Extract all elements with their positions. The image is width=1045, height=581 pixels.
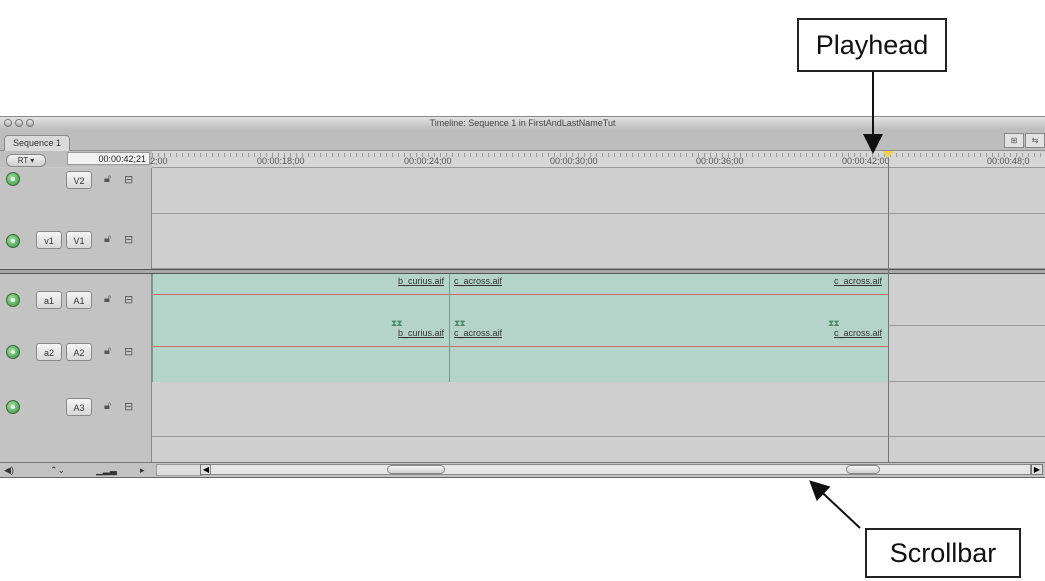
speaker-icon[interactable]: ◀) [4,464,14,476]
clip-name: c_across.aif [454,276,503,286]
time-ruler[interactable]: 2;00 00:00:18;00 00:00:24;00 00:00:30;00… [150,151,1045,168]
timeline-tool-buttons: ⊞ ⇆ [1003,133,1045,148]
clip-overlays-icon[interactable]: ⌃⌄ [50,464,65,476]
track-a1-patch[interactable]: A1 [66,291,92,309]
speaker-icon[interactable] [6,293,20,307]
horizontal-scrollbar[interactable] [210,464,1031,475]
track-v2-patch[interactable]: V2 [66,171,92,189]
audio-clip[interactable]: b_curius.aif [152,274,449,326]
track-partial-header [0,437,152,465]
lock-icon[interactable]: 🔓︎ [104,400,111,413]
rt-menu-button[interactable]: RT ▾ [6,154,46,167]
audio-level-line[interactable] [153,346,449,347]
track-a3-area[interactable] [152,382,1045,436]
lock-icon[interactable]: 🔓︎ [104,293,111,306]
track-v2-header: V2 🔓︎ ⊟ [0,168,152,214]
track-partial-area[interactable] [152,437,1045,464]
lock-icon[interactable]: 🔓︎ [104,233,111,246]
track-a3-header: A3 🔓︎ ⊟ [0,382,152,437]
source-a2-patch[interactable]: a2 [36,343,62,361]
clip-name: c_across.aif [833,328,882,338]
lock-icon[interactable]: 🔓︎ [104,345,111,358]
scroll-thumb-right[interactable] [846,465,880,474]
linking-icon[interactable]: ⇆ [1025,133,1045,148]
track-v1-header: v1 V1 🔓︎ ⊟ [0,214,152,269]
track-v1-area[interactable] [152,214,1045,268]
track-a2-area[interactable]: b_curius.aif c_across.aif c_across.aif [152,326,1045,382]
track-height-icon[interactable]: ▁▂▃ [96,464,117,476]
track-a2-header: a2 A2 🔓︎ ⊟ [0,326,152,382]
visibility-icon[interactable] [6,234,20,248]
auto-select-icon[interactable]: ⊟ [124,400,133,413]
source-v1-patch[interactable]: v1 [36,231,62,249]
window-title: Timeline: Sequence 1 in FirstAndLastName… [429,118,616,128]
scrollbar-callout-label: Scrollbar [889,537,997,568]
scrollbar-arrow [809,480,861,529]
auto-select-icon[interactable]: ⊟ [124,173,133,186]
ruler-label: 00:00:30;00 [550,156,598,166]
track-a2-patch[interactable]: A2 [66,343,92,361]
visibility-icon[interactable] [6,172,20,186]
zoom-slider[interactable] [156,464,202,476]
playhead-marker-icon[interactable] [882,151,894,158]
audio-clip[interactable]: c_across.aif c_across.aif [449,326,888,382]
playhead-line[interactable] [888,151,889,467]
track-v1-patch[interactable]: V1 [66,231,92,249]
audio-clip[interactable]: b_curius.aif [152,326,449,382]
audio-level-line[interactable] [450,294,888,295]
speaker-icon[interactable] [6,400,20,414]
auto-select-icon[interactable]: ⊟ [124,345,133,358]
current-timecode-field[interactable]: 00:00:42;21 [67,152,150,165]
ruler-label: 00:00:18;00 [257,156,305,166]
lock-icon[interactable]: 🔓︎ [104,173,111,186]
source-a1-patch[interactable]: a1 [36,291,62,309]
auto-select-icon[interactable]: ⊟ [124,233,133,246]
clip-name: b_curius.aif [397,276,444,286]
timeline-bottom-bar: ◀) ⌃⌄ ▁▂▃ ▸ ◀ ▶ [0,462,1045,477]
window-titlebar: Timeline: Sequence 1 in FirstAndLastName… [0,117,1045,131]
track-a3-patch[interactable]: A3 [66,398,92,416]
playhead-callout-label: Playhead [815,29,929,60]
audio-clip[interactable]: c_across.aif c_across.aif [449,274,888,326]
scrollbar-callout: Scrollbar [865,528,1021,578]
playhead-callout: Playhead [797,18,947,72]
speaker-icon[interactable] [6,345,20,359]
track-a1-area[interactable]: b_curius.aif c_across.aif c_across.aif ⧗… [152,274,1045,328]
audio-level-line[interactable] [450,346,888,347]
snapping-icon[interactable]: ⊞ [1004,133,1024,148]
ruler-label: 00:00:24;00 [404,156,452,166]
track-a1-header: a1 A1 🔓︎ ⊟ [0,274,152,326]
zoom-slider-arrow-icon[interactable]: ▸ [140,464,145,476]
audio-level-line[interactable] [153,294,449,295]
clip-name: c_across.aif [454,328,503,338]
scroll-right-arrow-icon[interactable]: ▶ [1031,464,1043,475]
timeline-window: Timeline: Sequence 1 in FirstAndLastName… [0,116,1045,478]
ruler-label: 00:00:48;0 [987,156,1030,166]
ruler-label: 00:00:36;00 [696,156,744,166]
tab-row: Sequence 1 ⊞ ⇆ [0,130,1045,151]
clip-name: c_across.aif [833,276,882,286]
clip-name: b_curius.aif [397,328,444,338]
scroll-thumb-left[interactable] [387,465,445,474]
timeline-controls: RT ▾ 00:00:42;21 [0,151,152,167]
tab-sequence-1[interactable]: Sequence 1 [4,135,71,151]
ruler-label: 2;00 [150,156,168,166]
track-v2-area[interactable] [152,168,1045,213]
auto-select-icon[interactable]: ⊟ [124,293,133,306]
